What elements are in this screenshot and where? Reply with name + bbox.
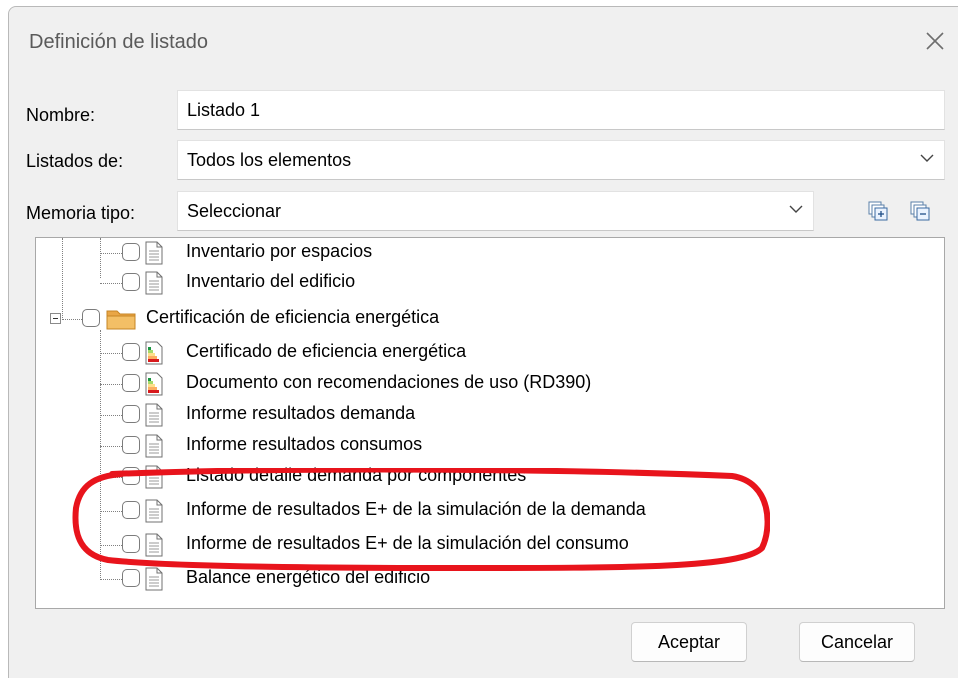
tree-item-label: Certificado de eficiencia energética: [186, 341, 467, 361]
tree-line: [100, 511, 122, 512]
tree-item-label: Documento con recomendaciones de uso (RD…: [186, 372, 592, 392]
memoria-label: Memoria tipo:: [26, 203, 136, 223]
tree-line: [100, 545, 122, 546]
tree-item[interactable]: Balance energético del edificio: [36, 564, 944, 594]
close-icon[interactable]: [921, 27, 949, 55]
memoria-select[interactable]: Seleccionar: [177, 191, 814, 231]
tree-line: [100, 283, 122, 284]
tree-item-label: Inventario del edificio: [186, 271, 356, 291]
document-icon: [145, 403, 163, 427]
chevron-down-icon: [789, 205, 803, 213]
document-icon: [145, 499, 163, 523]
tree-line: [62, 319, 82, 320]
tree-item-checkbox[interactable]: [122, 243, 140, 261]
tree-item[interactable]: Inventario por espacios: [36, 238, 944, 268]
tree-item-label: Informe de resultados E+ de la simulació…: [186, 533, 629, 553]
tree-item[interactable]: Certificado de eficiencia energética: [36, 338, 944, 368]
document-icon: [145, 434, 163, 458]
tree-item-checkbox[interactable]: [122, 343, 140, 361]
tree-folder[interactable]: Certificación de eficiencia energética: [36, 304, 944, 334]
tree-item-checkbox[interactable]: [122, 501, 140, 519]
listados-selected-value: Todos los elementos: [187, 150, 352, 170]
title-bar: Definición de listado: [9, 7, 958, 75]
document-icon: [145, 271, 163, 295]
tree-line: [100, 579, 122, 580]
cancel-button[interactable]: Cancelar: [799, 622, 915, 662]
nombre-input[interactable]: Listado 1: [177, 90, 945, 130]
tree-item-label: Inventario por espacios: [186, 241, 373, 261]
tree-line: [100, 415, 122, 416]
energy-label-icon: [145, 341, 163, 365]
tree-item-label: Balance energético del edificio: [186, 567, 431, 587]
listados-label: Listados de:: [26, 151, 124, 171]
nombre-label: Nombre:: [26, 105, 96, 125]
tree-item-label: Certificación de eficiencia energética: [146, 307, 440, 327]
tree-line: [100, 446, 122, 447]
accept-button[interactable]: Aceptar: [631, 622, 747, 662]
listados-select[interactable]: Todos los elementos: [177, 140, 945, 180]
tree-item[interactable]: Informe de resultados E+ de la simulació…: [36, 496, 944, 526]
tree-item[interactable]: Documento con recomendaciones de uso (RD…: [36, 369, 944, 399]
tree-item-checkbox[interactable]: [82, 309, 100, 327]
tree-item-checkbox[interactable]: [122, 405, 140, 423]
tree-line: [100, 477, 122, 478]
tree-item[interactable]: Listado detalle demanda por componentes: [36, 462, 944, 492]
report-tree[interactable]: Inventario por espacios Inventario del e…: [35, 237, 945, 609]
document-icon: [145, 533, 163, 557]
dialog-window: Definición de listado Nombre: Listado 1 …: [8, 6, 958, 678]
folder-icon: [106, 310, 136, 330]
document-icon: [145, 465, 163, 489]
dialog-title: Definición de listado: [29, 31, 208, 53]
collapse-toggle[interactable]: [50, 313, 61, 324]
tree-item-checkbox[interactable]: [122, 535, 140, 553]
document-icon: [145, 241, 163, 265]
tree-item[interactable]: Inventario del edificio: [36, 268, 944, 298]
tree-item-checkbox[interactable]: [122, 467, 140, 485]
tree-item-checkbox[interactable]: [122, 273, 140, 291]
tree-line: [100, 384, 122, 385]
tree-item-checkbox[interactable]: [122, 569, 140, 587]
tree-item[interactable]: Informe de resultados E+ de la simulació…: [36, 530, 944, 560]
tree-item-checkbox[interactable]: [122, 436, 140, 454]
tree-item-checkbox[interactable]: [122, 374, 140, 392]
memoria-selected-value: Seleccionar: [187, 201, 282, 221]
tree-item-label: Informe resultados consumos: [186, 434, 423, 454]
tree-line: [100, 353, 122, 354]
tree-item[interactable]: Informe resultados consumos: [36, 431, 944, 461]
tree-item-label: Informe resultados demanda: [186, 403, 416, 423]
chevron-down-icon: [920, 154, 934, 162]
tree-item-label: Listado detalle demanda por componentes: [186, 465, 527, 485]
collapse-all-icon[interactable]: [909, 200, 931, 222]
tree-item-label: Informe de resultados E+ de la simulació…: [186, 499, 646, 519]
tree-line: [100, 253, 122, 254]
expand-all-icon[interactable]: [867, 200, 889, 222]
energy-label-icon: [145, 372, 163, 396]
document-icon: [145, 567, 163, 591]
tree-item[interactable]: Informe resultados demanda: [36, 400, 944, 430]
